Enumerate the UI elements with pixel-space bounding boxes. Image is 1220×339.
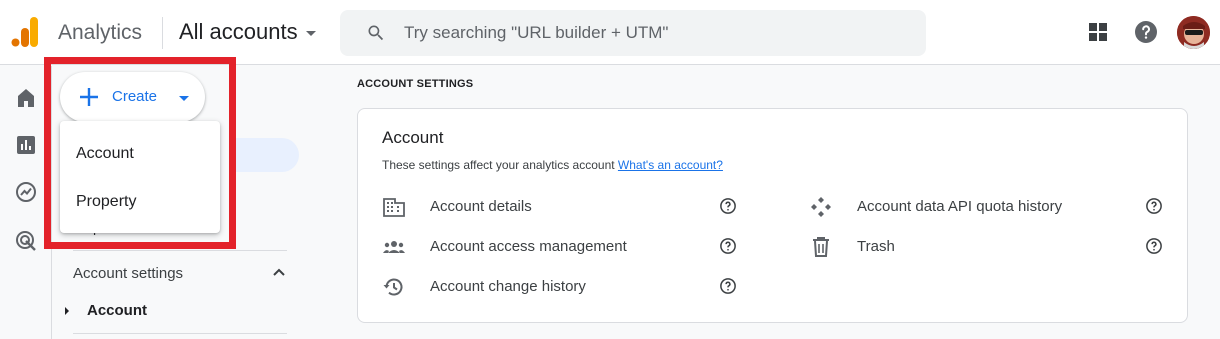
help-icon[interactable]	[719, 277, 737, 295]
sidebar-item-label: Account	[87, 302, 147, 319]
whats-an-account-link[interactable]: What's an account?	[618, 158, 723, 172]
plus-icon	[80, 88, 98, 106]
row-label: Account access management	[430, 238, 627, 255]
account-settings-header[interactable]: Account settings	[73, 265, 183, 282]
divider	[73, 250, 287, 251]
apps-grid-icon[interactable]	[1086, 20, 1110, 44]
trash-row[interactable]: Trash	[809, 235, 1169, 259]
search-input[interactable]	[404, 10, 904, 56]
card-description: These settings affect your analytics acc…	[382, 158, 723, 172]
account-details-row[interactable]: Account details	[382, 195, 742, 219]
chevron-up-icon[interactable]	[272, 266, 286, 280]
card-title: Account	[382, 128, 444, 147]
header-divider	[162, 17, 163, 49]
people-icon	[383, 241, 405, 253]
advertising-icon[interactable]	[14, 229, 38, 253]
analytics-logo[interactable]	[11, 17, 39, 47]
help-icon[interactable]	[719, 197, 737, 215]
account-access-management-row[interactable]: Account access management	[382, 235, 742, 259]
row-label: Account data API quota history	[857, 198, 1063, 215]
app-name: Analytics	[58, 21, 143, 44]
card-description-text: These settings affect your analytics acc…	[382, 158, 615, 172]
explore-icon[interactable]	[14, 180, 38, 204]
menu-item-property[interactable]: Property	[76, 193, 136, 211]
row-label: Account details	[430, 198, 532, 215]
api-quota-history-row[interactable]: Account data API quota history	[809, 195, 1169, 219]
section-heading: ACCOUNT SETTINGS	[357, 78, 474, 90]
search-box[interactable]	[340, 10, 926, 56]
left-nav-rail	[0, 66, 52, 339]
help-icon[interactable]	[1134, 20, 1158, 44]
help-icon[interactable]	[719, 237, 737, 255]
account-switcher[interactable]: All accounts	[179, 19, 316, 45]
row-label: Trash	[857, 238, 895, 255]
help-icon[interactable]	[1145, 237, 1163, 255]
account-card: Account These settings affect your analy…	[357, 108, 1188, 323]
account-change-history-row[interactable]: Account change history	[382, 275, 742, 299]
help-icon[interactable]	[1145, 197, 1163, 215]
caret-down-icon	[179, 96, 189, 101]
api-diamond-icon	[811, 197, 831, 217]
history-icon	[383, 278, 403, 296]
create-menu: Account Property	[60, 121, 220, 233]
search-icon	[368, 25, 384, 41]
home-icon[interactable]	[14, 86, 38, 110]
divider	[73, 333, 287, 334]
selected-nav-item[interactable]	[233, 138, 299, 172]
top-bar: Analytics All accounts	[0, 0, 1220, 65]
building-icon	[383, 198, 405, 217]
row-label: Account change history	[430, 278, 586, 295]
sidebar-item-account[interactable]: Account	[65, 302, 147, 319]
create-button[interactable]: Create	[60, 72, 205, 122]
menu-item-account[interactable]: Account	[76, 145, 134, 163]
expand-arrow-icon	[65, 306, 69, 315]
reports-icon[interactable]	[14, 133, 38, 157]
trash-icon	[813, 237, 829, 257]
caret-down-icon	[305, 31, 316, 36]
account-switcher-label: All accounts	[179, 19, 298, 44]
user-avatar[interactable]	[1177, 16, 1210, 49]
create-button-label: Create	[112, 88, 158, 105]
